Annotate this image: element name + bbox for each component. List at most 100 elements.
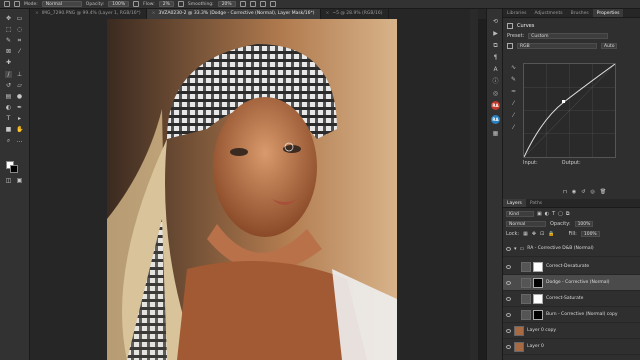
pen-tool-icon[interactable]: ✒ xyxy=(16,104,23,111)
healing-brush-tool-icon[interactable]: ✚ xyxy=(5,59,12,66)
path-select-tool-icon[interactable]: ▸ xyxy=(16,115,23,122)
screen-mode-icon[interactable]: ▣ xyxy=(16,177,23,184)
angle-icon[interactable] xyxy=(249,1,256,7)
eye-icon[interactable] xyxy=(506,296,511,301)
trash-icon[interactable]: 🗑 xyxy=(600,189,606,195)
filter-shape-icon[interactable]: ▢ xyxy=(558,211,563,217)
lasso-tool-icon[interactable]: ◌ xyxy=(16,26,23,33)
layer-row-selected[interactable]: Dodge - Corrective (Normal) xyxy=(503,275,640,291)
black-point-eyedropper-icon[interactable]: ⁄ xyxy=(509,99,518,108)
curves-graph[interactable] xyxy=(523,63,616,158)
retouch-panel-icon[interactable]: RA xyxy=(491,101,500,110)
gradient-tool-icon[interactable]: ▤ xyxy=(5,93,12,100)
crop-tool-icon[interactable]: ⌗ xyxy=(16,37,23,44)
panel-collapse-bar[interactable] xyxy=(470,9,478,360)
actions-icon[interactable]: ▶ xyxy=(491,29,500,38)
eye-icon[interactable] xyxy=(506,264,511,269)
chevron-down-icon[interactable]: ▾ xyxy=(514,246,517,252)
eye-icon[interactable] xyxy=(506,280,511,285)
zoom-tool-icon[interactable]: ⌕ xyxy=(5,137,12,144)
layer-row[interactable]: Correct-Saturate xyxy=(503,291,640,307)
eye-icon[interactable] xyxy=(506,246,511,251)
eye-icon[interactable] xyxy=(506,344,511,349)
layer-mask-thumbnail[interactable] xyxy=(533,309,543,320)
layer-row[interactable]: Burn - Corrective (Normal) copy xyxy=(503,307,640,323)
history-icon[interactable]: ⟲ xyxy=(491,17,500,26)
white-point-eyedropper-icon[interactable]: ⁄ xyxy=(509,123,518,132)
fill-field[interactable]: 100% xyxy=(580,231,600,237)
eraser-tool-icon[interactable]: ▱ xyxy=(16,82,23,89)
dodge-tool-icon[interactable]: ◐ xyxy=(5,104,12,111)
smoothing-settings-icon[interactable] xyxy=(239,1,246,7)
flow-field[interactable]: 2% xyxy=(158,1,174,7)
lock-all-icon[interactable]: 🔒 xyxy=(548,231,554,237)
tab-paths[interactable]: Paths xyxy=(526,199,546,207)
hand-tool-icon[interactable]: ✋ xyxy=(16,126,23,133)
swatches-icon[interactable]: ▦ xyxy=(491,129,500,138)
filter-pixel-icon[interactable]: ▣ xyxy=(537,211,542,217)
clone-stamp-tool-icon[interactable]: ⊥ xyxy=(16,71,23,78)
brush-tool-icon[interactable]: / xyxy=(5,71,12,78)
lock-position-icon[interactable]: ✥ xyxy=(532,231,536,237)
channel-select[interactable]: RGB xyxy=(517,43,597,49)
background-color-swatch[interactable] xyxy=(10,165,18,173)
lock-pixels-icon[interactable]: ▦ xyxy=(523,231,528,237)
visibility-icon[interactable]: ◎ xyxy=(590,189,594,195)
shape-tool-icon[interactable]: ■ xyxy=(5,126,12,133)
edit-toolbar-icon[interactable]: … xyxy=(16,137,23,144)
document-tab[interactable]: × ~5 @ 28.9% (RGB/16) xyxy=(321,9,389,19)
airbrush-icon[interactable] xyxy=(177,1,184,7)
tab-properties[interactable]: Properties xyxy=(592,9,624,17)
pressure-opacity-icon[interactable] xyxy=(133,1,140,7)
lock-artboard-icon[interactable]: ⊡ xyxy=(540,231,544,237)
document-tab-active[interactable]: × 3VZA0230-2 @ 33.3% (Dodge - Corrective … xyxy=(146,9,321,19)
layer-group-row[interactable]: ▾ ▭ RA - Corrective D&B (Normal) xyxy=(503,241,640,257)
target-adjust-icon[interactable] xyxy=(507,43,513,49)
clip-to-layer-icon[interactable]: ⊓ xyxy=(563,189,567,195)
pressure-size-icon[interactable] xyxy=(259,1,266,7)
quick-mask-icon[interactable]: ◫ xyxy=(5,177,12,184)
layer-mask-thumbnail[interactable] xyxy=(533,293,543,304)
smoothing-field[interactable]: 20% xyxy=(217,1,236,7)
opacity-field[interactable]: 100% xyxy=(108,1,130,7)
document-tab[interactable]: × IMG_7290.PNG @ 99.4% (Layer 1, RGB/16*) xyxy=(30,9,147,19)
symmetry-icon[interactable] xyxy=(269,1,276,7)
tab-layers[interactable]: Layers xyxy=(503,199,526,207)
character-icon[interactable]: A xyxy=(491,65,500,74)
close-icon[interactable]: × xyxy=(152,9,156,19)
eyedropper-tool-icon[interactable]: ⁄ xyxy=(16,48,23,55)
layer-row[interactable]: Correct-Desaturate xyxy=(503,259,640,275)
view-previous-icon[interactable]: ◉ xyxy=(572,189,576,195)
eye-icon[interactable] xyxy=(506,328,511,333)
frame-tool-icon[interactable]: ⊠ xyxy=(5,48,12,55)
gray-point-eyedropper-icon[interactable]: ⁄ xyxy=(509,111,518,120)
preset-select[interactable]: Custom xyxy=(528,33,609,39)
document-canvas-image[interactable] xyxy=(107,19,397,360)
blur-tool-icon[interactable]: ● xyxy=(16,93,23,100)
layer-opacity-field[interactable]: 100% xyxy=(574,221,594,227)
pencil-icon[interactable]: ✎ xyxy=(509,75,518,84)
brush-preset-icon[interactable] xyxy=(14,1,20,7)
reset-icon[interactable]: ↺ xyxy=(581,189,585,195)
tab-adjustments[interactable]: Adjustments xyxy=(530,9,566,17)
eye-icon[interactable] xyxy=(506,312,511,317)
filter-type-icon[interactable]: T xyxy=(552,211,555,217)
info-icon[interactable]: ⓘ xyxy=(491,77,500,86)
layer-mask-thumbnail[interactable] xyxy=(533,277,543,288)
history-brush-tool-icon[interactable]: ↺ xyxy=(5,82,12,89)
marquee-tool-icon[interactable]: ⬚ xyxy=(5,26,12,33)
filter-kind-select[interactable]: Kind xyxy=(506,211,534,217)
layer-row[interactable]: Layer 0 xyxy=(503,339,640,355)
smooth-icon[interactable]: ≈ xyxy=(509,87,518,96)
point-edit-icon[interactable]: ∿ xyxy=(509,63,518,72)
close-icon[interactable]: × xyxy=(326,9,330,19)
auto-button[interactable]: Auto xyxy=(601,43,618,49)
layer-comps-icon[interactable]: ⧉ xyxy=(491,41,500,50)
layer-row[interactable]: Layer 0 copy xyxy=(503,323,640,339)
navigator-icon[interactable]: ◎ xyxy=(491,89,500,98)
close-icon[interactable]: × xyxy=(35,9,39,19)
retouch-panel-alt-icon[interactable]: RA xyxy=(491,115,500,124)
mode-select[interactable]: Normal xyxy=(41,1,82,7)
tab-brushes[interactable]: Brushes xyxy=(567,9,593,17)
paragraph-icon[interactable]: ¶ xyxy=(491,53,500,62)
